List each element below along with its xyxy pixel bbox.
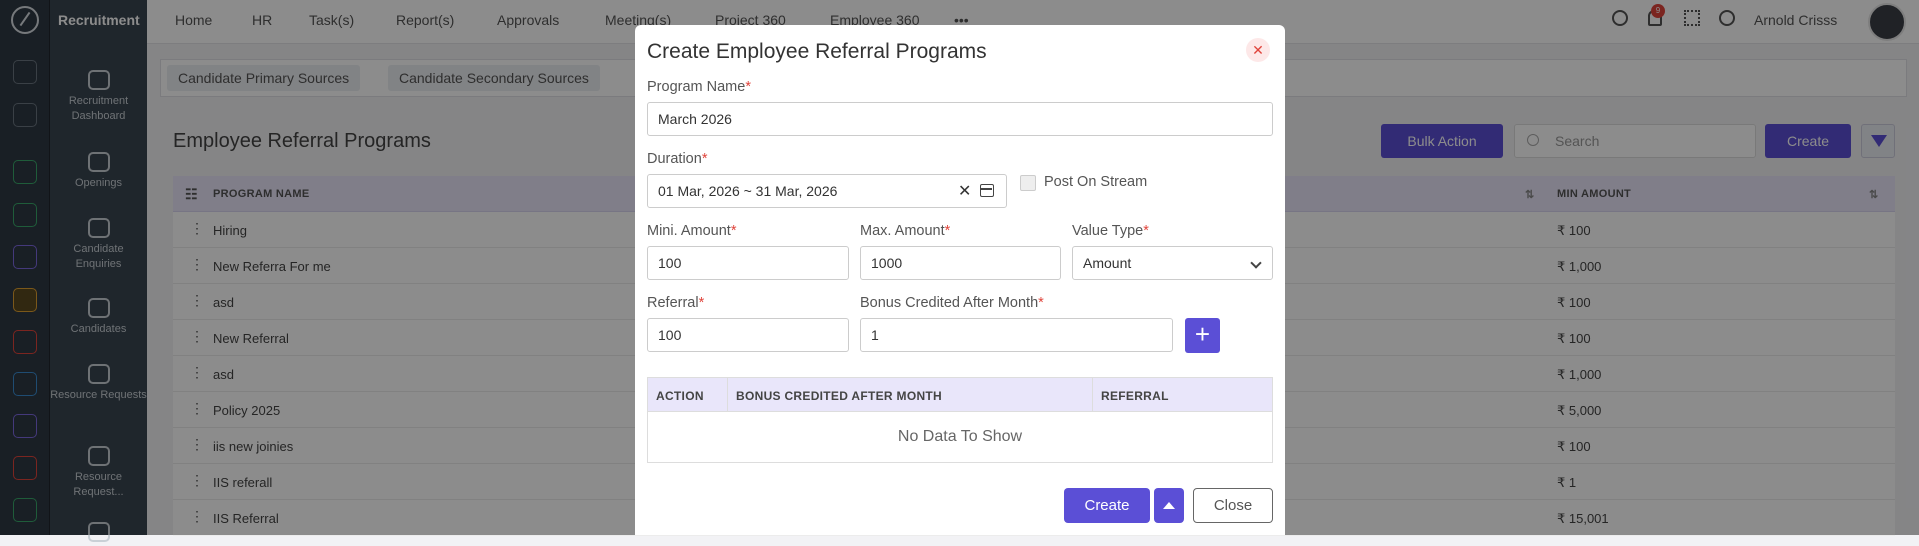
program-name-input[interactable]: March 2026	[647, 102, 1273, 136]
bonus-month-label: Bonus Credited After Month*	[860, 295, 1044, 311]
duration-date-range-input[interactable]: 01 Mar, 2026 ~ 31 Mar, 2026	[647, 174, 1007, 208]
max-amount-label: Max. Amount*	[860, 223, 951, 239]
value-type-selected: Amount	[1083, 255, 1132, 271]
value-type-label: Value Type*	[1072, 223, 1149, 239]
grid-divider	[727, 378, 728, 412]
post-on-stream-label: Post On Stream	[1044, 174, 1148, 190]
dialog-close-button[interactable]: Close	[1193, 488, 1273, 523]
value-type-select[interactable]: Amount	[1072, 246, 1273, 280]
dialog-create-button[interactable]: Create	[1064, 488, 1150, 523]
close-icon[interactable]: ✕	[1246, 38, 1270, 62]
program-name-label: Program Name*	[647, 79, 751, 95]
bonus-month-input[interactable]: 1	[860, 318, 1173, 352]
min-amount-label: Mini. Amount*	[647, 223, 737, 239]
chevron-down-icon	[1250, 257, 1262, 269]
create-options-caret-icon[interactable]	[1154, 488, 1184, 523]
create-referral-program-dialog: Create Employee Referral Programs ✕ Prog…	[635, 25, 1285, 535]
referral-label: Referral*	[647, 295, 705, 311]
dialog-title: Create Employee Referral Programs	[647, 40, 987, 63]
plus-icon: +	[1194, 319, 1211, 349]
grid-empty-message: No Data To Show	[897, 428, 1023, 445]
calendar-icon[interactable]	[980, 184, 994, 197]
add-row-button[interactable]: +	[1185, 318, 1220, 353]
clear-date-icon[interactable]: ✕	[958, 181, 971, 201]
duration-label: Duration*	[647, 151, 708, 167]
grid-column-action: ACTION	[656, 389, 704, 403]
referral-bonus-grid: ACTION BONUS CREDITED AFTER MONTH REFERR…	[647, 377, 1273, 463]
grid-header: ACTION BONUS CREDITED AFTER MONTH REFERR…	[648, 378, 1272, 412]
referral-input[interactable]: 100	[647, 318, 849, 352]
post-on-stream-checkbox[interactable]	[1020, 175, 1036, 191]
grid-divider	[1092, 378, 1093, 412]
max-amount-input[interactable]: 1000	[860, 246, 1061, 280]
min-amount-input[interactable]: 100	[647, 246, 849, 280]
grid-column-referral: REFERRAL	[1101, 389, 1169, 403]
grid-column-bonus: BONUS CREDITED AFTER MONTH	[736, 389, 943, 403]
